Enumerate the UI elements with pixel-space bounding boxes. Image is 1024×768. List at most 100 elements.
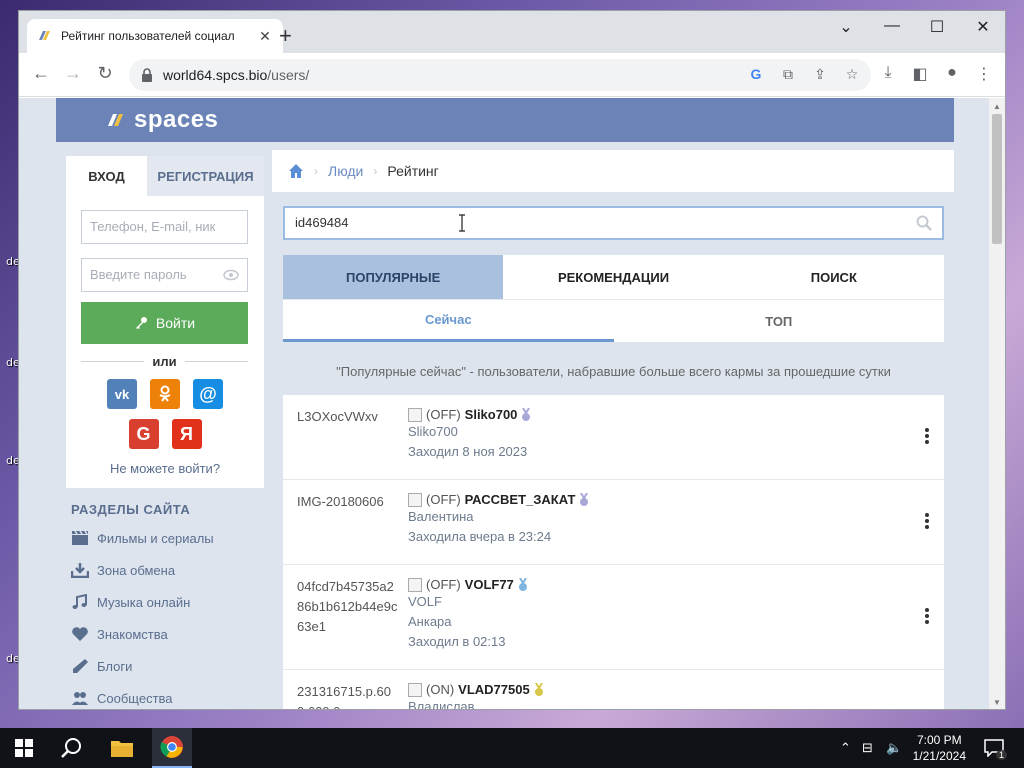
username[interactable]: VLAD77505: [458, 682, 530, 697]
user-last-seen: Заходил 8 ноя 2023: [408, 444, 528, 459]
notifications-button[interactable]: 1: [980, 728, 1008, 768]
avatar[interactable]: L3OXocVWxv: [297, 407, 401, 427]
section-label: Знакомства: [97, 626, 168, 642]
translate-icon[interactable]: ⧉: [779, 65, 797, 83]
sub-tabs: Сейчас ТОП: [283, 299, 944, 342]
tab-now[interactable]: Сейчас: [283, 300, 614, 342]
taskbar-search-button[interactable]: [56, 728, 88, 768]
ok-login-button[interactable]: [150, 379, 180, 409]
tab-popular[interactable]: ПОПУЛЯРНЫЕ: [283, 255, 504, 299]
page-viewport: spaces ВХОД РЕГИСТРАЦИЯ Телефон, E-mail,…: [19, 98, 991, 709]
mailru-login-button[interactable]: @: [193, 379, 223, 409]
section-exchange[interactable]: Зона обмена: [71, 562, 175, 578]
minimize-button[interactable]: —: [877, 17, 907, 35]
music-note-icon: [72, 594, 87, 609]
tab-search-chevron-icon[interactable]: ⌄: [831, 17, 861, 37]
new-tab-button[interactable]: +: [279, 25, 292, 47]
tab-recommendations[interactable]: РЕКОМЕНДАЦИИ: [503, 255, 723, 299]
status-image: [408, 682, 422, 697]
breadcrumb: › Люди › Рейтинг: [272, 150, 954, 192]
medal-icon: [518, 577, 527, 591]
yandex-login-button[interactable]: Я: [171, 419, 202, 449]
tab-login[interactable]: ВХОД: [66, 156, 147, 196]
browser-tab[interactable]: Рейтинг пользователей социал ✕: [27, 19, 283, 53]
profile-icon[interactable]: ●: [941, 64, 963, 82]
address-bar[interactable]: world64.spcs.bio/users/ G ⧉ ⇪ ☆: [129, 59, 871, 91]
download-icon[interactable]: ⤓: [877, 64, 899, 82]
bookmark-star-icon[interactable]: ☆: [843, 65, 861, 83]
popular-description: "Популярные сейчас" - пользователи, набр…: [336, 364, 891, 379]
search-input[interactable]: id469484: [283, 206, 944, 240]
tab-top[interactable]: ТОП: [614, 300, 945, 342]
user-location: Анкара: [408, 614, 452, 629]
login-button[interactable]: Войти: [81, 302, 248, 344]
user-row[interactable]: 04fcd7b45735a286b1b612b44e9c63e1 (OFF) VO…: [283, 565, 944, 670]
user-row[interactable]: 231316715.p.600.600.0 (ON)VLAD77505 Влад…: [283, 670, 944, 709]
user-row[interactable]: IMG-20180606 (OFF) РАССВЕТ_ЗАКАТ Валентин…: [283, 480, 944, 565]
scroll-down-icon[interactable]: ▼: [993, 698, 1001, 707]
more-options-icon[interactable]: [924, 512, 930, 530]
avatar[interactable]: 04fcd7b45735a286b1b612b44e9c63e1: [297, 577, 401, 637]
status-text: (OFF): [426, 577, 461, 592]
status-image: [408, 407, 422, 422]
network-icon[interactable]: ⊟: [862, 740, 873, 756]
clock-date: 1/21/2024: [912, 749, 966, 763]
more-options-icon[interactable]: [924, 427, 930, 445]
avatar[interactable]: 231316715.p.600.600.0: [297, 682, 401, 709]
section-label: Сообщества: [97, 690, 173, 706]
cant-login-link[interactable]: Не можете войти?: [66, 461, 264, 476]
tray-chevron-icon[interactable]: ⌃: [840, 740, 851, 756]
scroll-thumb[interactable]: [992, 114, 1002, 244]
user-row[interactable]: L3OXocVWxv (OFF) Sliko700 Sliko700 Заходи…: [283, 395, 944, 480]
start-button[interactable]: [8, 728, 40, 768]
menu-icon[interactable]: ⋮: [973, 64, 995, 84]
tab-search[interactable]: ПОИСК: [724, 255, 944, 299]
taskbar-clock[interactable]: 7:00 PM 1/21/2024: [913, 732, 966, 764]
pen-icon: [73, 659, 88, 673]
section-music[interactable]: Музыка онлайн: [71, 594, 190, 610]
close-window-button[interactable]: ✕: [968, 17, 998, 37]
maximize-button[interactable]: ☐: [922, 17, 952, 37]
vk-login-button[interactable]: vk: [107, 379, 137, 409]
user-last-seen: Заходила вчера в 23:24: [408, 529, 552, 544]
username[interactable]: VOLF77: [465, 577, 514, 592]
username[interactable]: РАССВЕТ_ЗАКАТ: [465, 492, 576, 507]
spaces-logo-icon[interactable]: [106, 112, 128, 128]
ok-icon: [159, 385, 171, 402]
site-logo[interactable]: spaces: [134, 106, 218, 134]
section-blogs[interactable]: Блоги: [71, 658, 132, 674]
medal-icon: [534, 682, 543, 696]
home-icon[interactable]: [288, 163, 304, 179]
avatar[interactable]: IMG-20180606: [297, 492, 401, 512]
tab-register[interactable]: РЕГИСТРАЦИЯ: [147, 156, 264, 196]
section-dating[interactable]: Знакомства: [71, 626, 168, 642]
username[interactable]: Sliko700: [465, 407, 518, 422]
show-password-eye-icon[interactable]: [223, 269, 239, 281]
back-button[interactable]: ←: [29, 63, 53, 84]
volume-muted-icon[interactable]: 🔈: [886, 740, 902, 756]
google-login-button[interactable]: G: [128, 419, 159, 449]
tab-close-icon[interactable]: ✕: [257, 28, 273, 45]
section-label: Музыка онлайн: [97, 594, 191, 610]
login-panel: ВХОД РЕГИСТРАЦИЯ Телефон, E-mail, ник Вв…: [66, 156, 264, 488]
more-options-icon[interactable]: [924, 607, 930, 625]
section-communities[interactable]: Сообщества: [71, 690, 173, 706]
search-icon[interactable]: [916, 215, 932, 231]
group-icon: [72, 692, 88, 705]
scroll-up-icon[interactable]: ▲: [993, 102, 1001, 111]
password-field[interactable]: Введите пароль: [81, 258, 248, 292]
file-explorer-button[interactable]: [104, 728, 140, 768]
key-icon: [135, 317, 147, 329]
chrome-taskbar-button[interactable]: [152, 728, 192, 768]
section-label: Зона обмена: [97, 562, 176, 578]
side-panel-icon[interactable]: ◧: [909, 64, 931, 84]
share-icon[interactable]: ⇪: [811, 65, 829, 83]
section-movies[interactable]: Фильмы и сериалы: [71, 530, 214, 546]
reload-button[interactable]: ↻: [93, 63, 117, 84]
google-lens-icon[interactable]: G: [747, 65, 765, 83]
page-scrollbar[interactable]: ▲ ▼: [989, 98, 1005, 709]
login-field[interactable]: Телефон, E-mail, ник: [81, 210, 248, 244]
breadcrumb-people-link[interactable]: Люди: [328, 163, 363, 179]
notification-count: 1: [996, 750, 1008, 760]
forward-button[interactable]: →: [61, 63, 85, 84]
